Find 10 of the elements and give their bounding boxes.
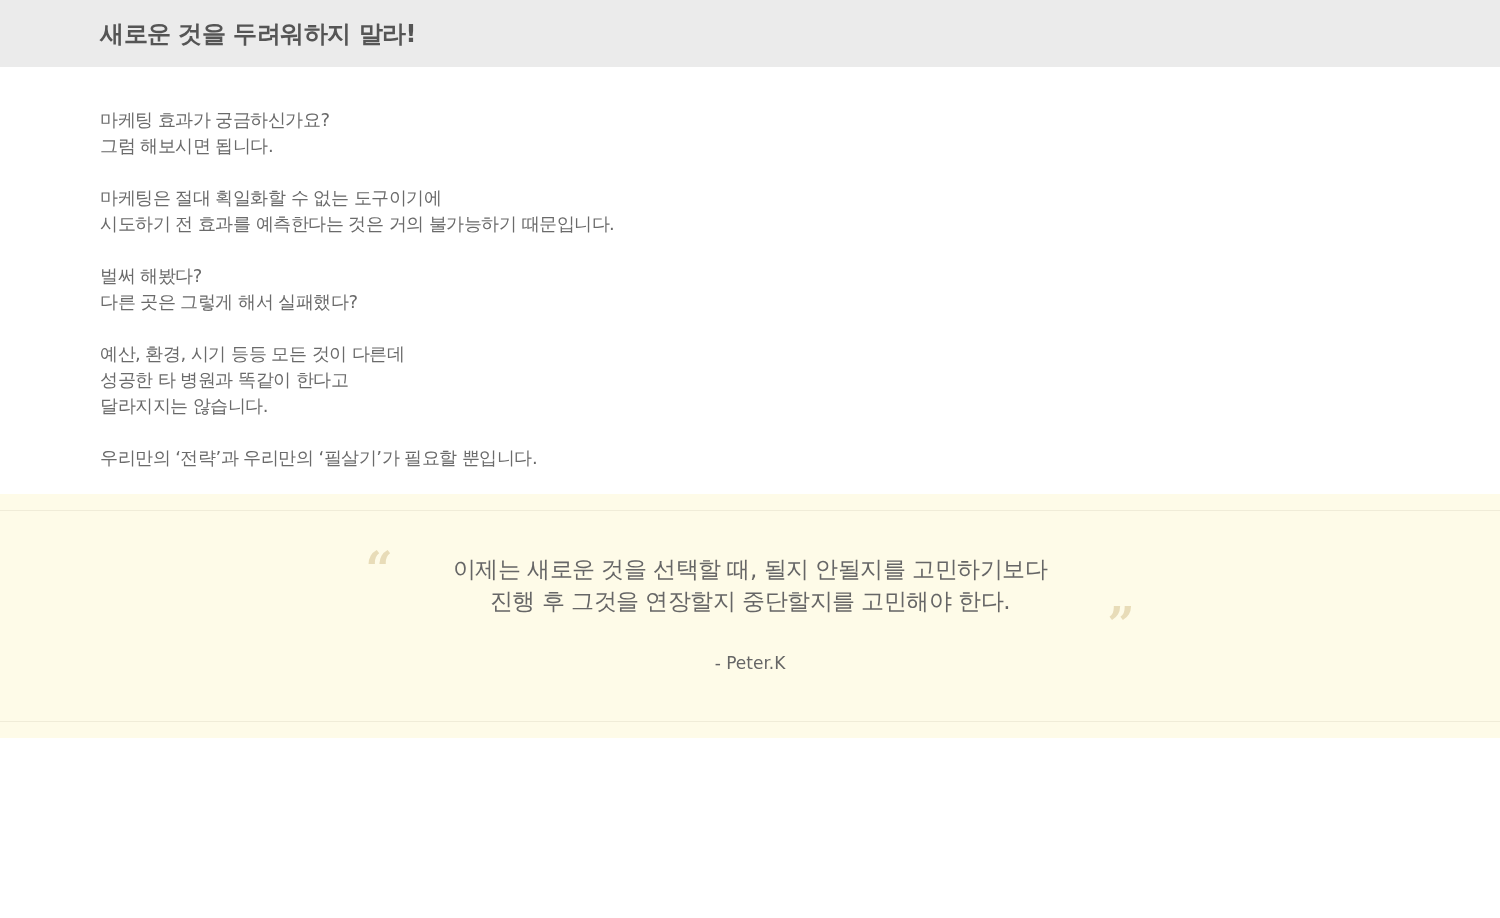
- body-paragraph: 마케팅은 절대 획일화할 수 없는 도구이기에 시도하기 전 효과를 예측한다는 것은 거의 불가능하기 때문입니다.: [100, 186, 616, 236]
- body-paragraph: 예산, 환경, 시기 등등 모든 것이 다른데 성공한 타 병원과 똑같이 한다고 달라지지는 않습니다.: [100, 342, 406, 418]
- body-paragraph: 벌써 해봤다? 다른 곳은 그렇게 해서 실패했다?: [100, 264, 359, 314]
- body-paragraph: 우리만의 ‘전략’과 우리만의 ‘필살기’가 필요할 뿐입니다.: [100, 446, 539, 470]
- open-quote-mark: “: [365, 545, 393, 581]
- quote-author: - Peter.K: [714, 653, 786, 673]
- page-title: 새로운 것을 두려워하지 말라!: [100, 18, 416, 50]
- close-quote-mark: ”: [1107, 601, 1135, 637]
- body-paragraph: 마케팅 효과가 궁금하신가요? 그럼 해보시면 됩니다.: [100, 108, 331, 158]
- quote-text: 이제는 새로운 것을 선택할 때, 될지 안될지를 고민하기보다 진행 후 그것을 연장할지 중단할지를 고민해야 한다.: [452, 555, 1048, 616]
